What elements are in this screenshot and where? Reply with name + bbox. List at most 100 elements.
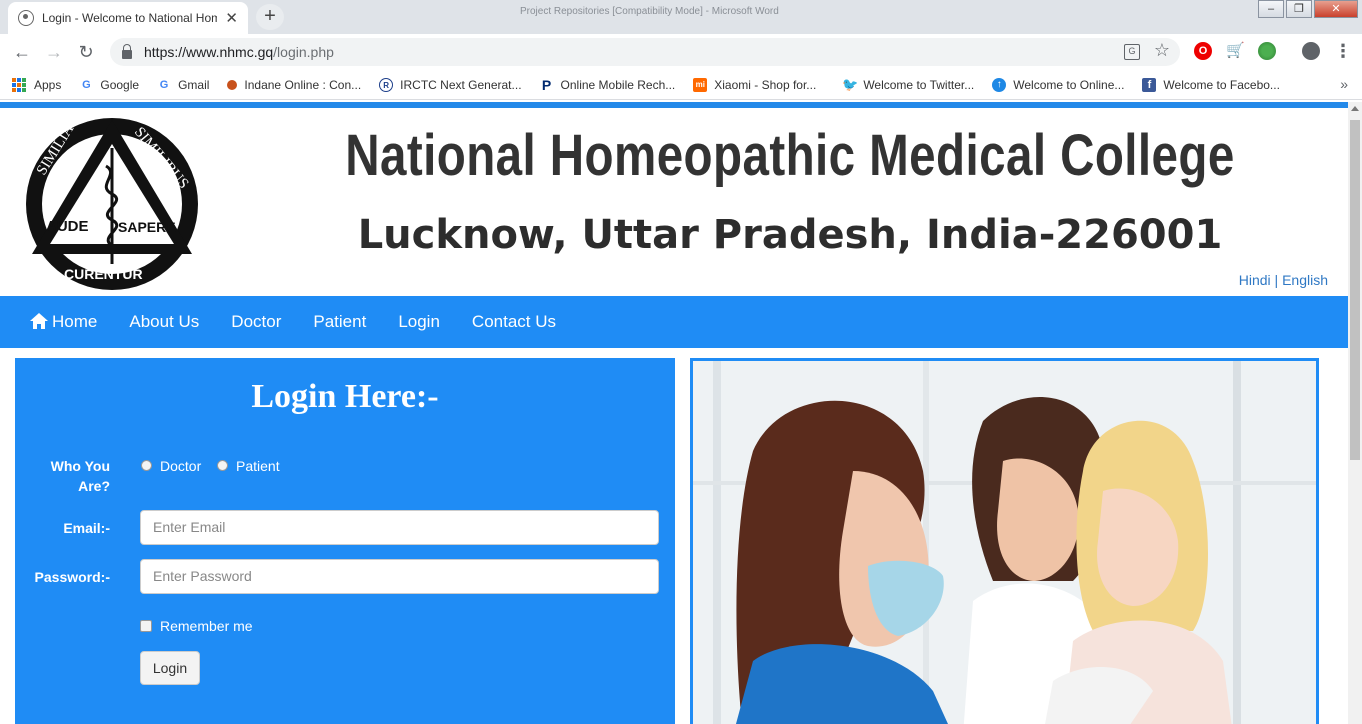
browser-tab[interactable]: Login - Welcome to National Homeopathic … bbox=[8, 2, 248, 34]
doctor-radio[interactable] bbox=[141, 460, 152, 471]
bookmark-twitter[interactable]: 🐦 Welcome to Twitter... bbox=[842, 76, 975, 92]
reload-icon[interactable]: ↻ bbox=[70, 42, 102, 63]
back-icon[interactable]: ← bbox=[6, 42, 38, 63]
bookmark-label: Gmail bbox=[178, 77, 210, 92]
url-domain: https://www.nhmc.gq bbox=[144, 44, 274, 60]
remember-me-label: Remember me bbox=[160, 618, 253, 634]
nav-doctor[interactable]: Doctor bbox=[231, 312, 281, 332]
email-field[interactable]: Enter Email bbox=[140, 510, 659, 545]
email-label: Email:- bbox=[63, 520, 110, 536]
restore-button[interactable]: ❐ bbox=[1286, 0, 1312, 18]
paytm-icon: P bbox=[541, 76, 552, 93]
shopping-cart-icon[interactable]: 🛒 bbox=[1226, 42, 1245, 60]
info-icon: ↑ bbox=[992, 77, 1007, 92]
login-form-panel: Login Here:- Who You Are? Doctor Patient… bbox=[15, 358, 675, 724]
url-path: /login.php bbox=[273, 44, 334, 60]
google-icon: G bbox=[159, 78, 169, 91]
bookmark-online[interactable]: ↑ Welcome to Online... bbox=[992, 77, 1125, 92]
patient-radio-label: Patient bbox=[236, 458, 280, 474]
translate-icon[interactable]: G bbox=[1124, 44, 1140, 60]
login-heading: Login Here:- bbox=[251, 378, 439, 415]
bookmark-gmail[interactable]: G Gmail bbox=[157, 77, 210, 92]
bookmark-apps[interactable]: Apps bbox=[12, 77, 62, 92]
background-window-title: Project Repositories [Compatibility Mode… bbox=[520, 6, 779, 17]
bookmark-paytm[interactable]: P Online Mobile Rech... bbox=[540, 76, 676, 93]
doctor-radio-label: Doctor bbox=[160, 458, 202, 474]
tab-close-icon[interactable]: ✕ bbox=[225, 9, 238, 27]
bookmark-indane[interactable]: Indane Online : Con... bbox=[227, 78, 361, 92]
scroll-up-arrow-icon[interactable] bbox=[1351, 106, 1359, 111]
scrollbar-thumb[interactable] bbox=[1350, 120, 1360, 460]
mi-icon: mi bbox=[693, 77, 708, 92]
logo-text: CURENTUR bbox=[64, 266, 143, 282]
main-navbar: Home About Us Doctor Patient Login Conta… bbox=[0, 296, 1348, 348]
lang-hindi-link[interactable]: Hindi bbox=[1239, 272, 1271, 288]
password-label: Password:- bbox=[34, 569, 110, 585]
bookmark-label: Welcome to Twitter... bbox=[863, 77, 975, 92]
remember-me-checkbox[interactable] bbox=[140, 620, 152, 632]
doctor-patient-photo bbox=[690, 358, 1319, 724]
nav-login[interactable]: Login bbox=[398, 312, 440, 332]
who-are-you-label: Who You Are? bbox=[35, 456, 110, 496]
tab-title: Login - Welcome to National Homeopathic … bbox=[41, 11, 218, 25]
irctc-icon: R bbox=[379, 77, 394, 92]
bookmark-google[interactable]: G Google bbox=[79, 78, 139, 92]
browser-menu-icon[interactable]: ⋮ bbox=[1334, 42, 1352, 60]
bookmark-irctc[interactable]: R IRCTC Next Generat... bbox=[379, 77, 522, 92]
bookmark-xiaomi[interactable]: mi Xiaomi - Shop for... bbox=[693, 77, 817, 92]
forward-icon[interactable]: → bbox=[38, 42, 70, 63]
bookmarks-bar: Apps G Google G Gmail Indane Online : Co… bbox=[0, 70, 1362, 100]
logo-text: SAPERE bbox=[118, 219, 176, 235]
address-bar[interactable]: https://www.nhmc.gq/login.php G ☆ bbox=[110, 38, 1180, 66]
bookmark-facebook[interactable]: f Welcome to Facebo... bbox=[1142, 77, 1280, 92]
bookmark-label: Welcome to Facebo... bbox=[1163, 77, 1280, 92]
language-switcher: Hindi | English bbox=[1239, 272, 1328, 288]
bookmark-label: Welcome to Online... bbox=[1013, 77, 1125, 92]
nav-home-label: Home bbox=[52, 312, 98, 331]
login-button[interactable]: Login bbox=[140, 651, 200, 685]
patient-radio[interactable] bbox=[217, 460, 228, 471]
page-subtitle: Lucknow, Uttar Pradesh, India-226001 bbox=[357, 212, 1223, 258]
opera-extension-icon[interactable]: O bbox=[1194, 42, 1212, 60]
web-page: SIMILIA SIMILIBUS AUDE SAPERE CURENTUR N… bbox=[0, 102, 1348, 724]
home-icon bbox=[30, 313, 48, 329]
window-close-button[interactable]: ✕ bbox=[1314, 0, 1358, 18]
bookmark-label: IRCTC Next Generat... bbox=[400, 77, 522, 92]
nav-about[interactable]: About Us bbox=[129, 312, 199, 332]
password-field[interactable]: Enter Password bbox=[140, 559, 659, 594]
window-controls: – ❐ ✕ bbox=[1256, 0, 1358, 18]
bookmark-label: Google bbox=[100, 77, 140, 92]
google-icon: G bbox=[82, 78, 91, 91]
page-title: National Homeopathic Medical College bbox=[345, 123, 1235, 188]
lock-icon bbox=[122, 43, 132, 59]
facebook-icon: f bbox=[1142, 77, 1157, 92]
globe-extension-icon[interactable] bbox=[1258, 42, 1276, 60]
browser-titlebar: Project Repositories [Compatibility Mode… bbox=[0, 0, 1362, 34]
lang-english-link[interactable]: English bbox=[1282, 272, 1328, 288]
who-label-line: Are? bbox=[78, 478, 110, 494]
page-scrollbar[interactable] bbox=[1348, 102, 1362, 724]
college-logo: SIMILIA SIMILIBUS AUDE SAPERE CURENTUR bbox=[26, 118, 198, 290]
nav-contact[interactable]: Contact Us bbox=[472, 312, 556, 332]
new-tab-button[interactable]: + bbox=[256, 4, 284, 30]
indane-icon bbox=[227, 79, 238, 90]
url-text[interactable]: https://www.nhmc.gq/login.php bbox=[144, 44, 334, 60]
profile-icon[interactable] bbox=[1302, 42, 1320, 60]
bookmarks-overflow-icon[interactable]: » bbox=[1340, 76, 1348, 92]
logo-text: AUDE bbox=[46, 218, 89, 235]
bookmark-label: Online Mobile Rech... bbox=[560, 77, 676, 92]
bookmark-star-icon[interactable]: ☆ bbox=[1154, 40, 1170, 61]
nav-patient[interactable]: Patient bbox=[313, 312, 366, 332]
twitter-icon: 🐦 bbox=[842, 76, 859, 92]
lang-separator: | bbox=[1274, 272, 1279, 288]
nav-home[interactable]: Home bbox=[30, 312, 97, 332]
bookmark-label: Apps bbox=[34, 77, 62, 92]
who-label-line: Who You bbox=[50, 458, 110, 474]
tab-favicon-icon bbox=[18, 10, 34, 26]
minimize-button[interactable]: – bbox=[1258, 0, 1284, 18]
bookmark-label: Xiaomi - Shop for... bbox=[714, 77, 817, 92]
browser-toolbar: ← → ↻ https://www.nhmc.gq/login.php G ☆ … bbox=[0, 34, 1362, 70]
bookmark-label: Indane Online : Con... bbox=[244, 77, 362, 92]
apps-grid-icon bbox=[12, 77, 26, 92]
photo-illustration bbox=[693, 361, 1316, 724]
